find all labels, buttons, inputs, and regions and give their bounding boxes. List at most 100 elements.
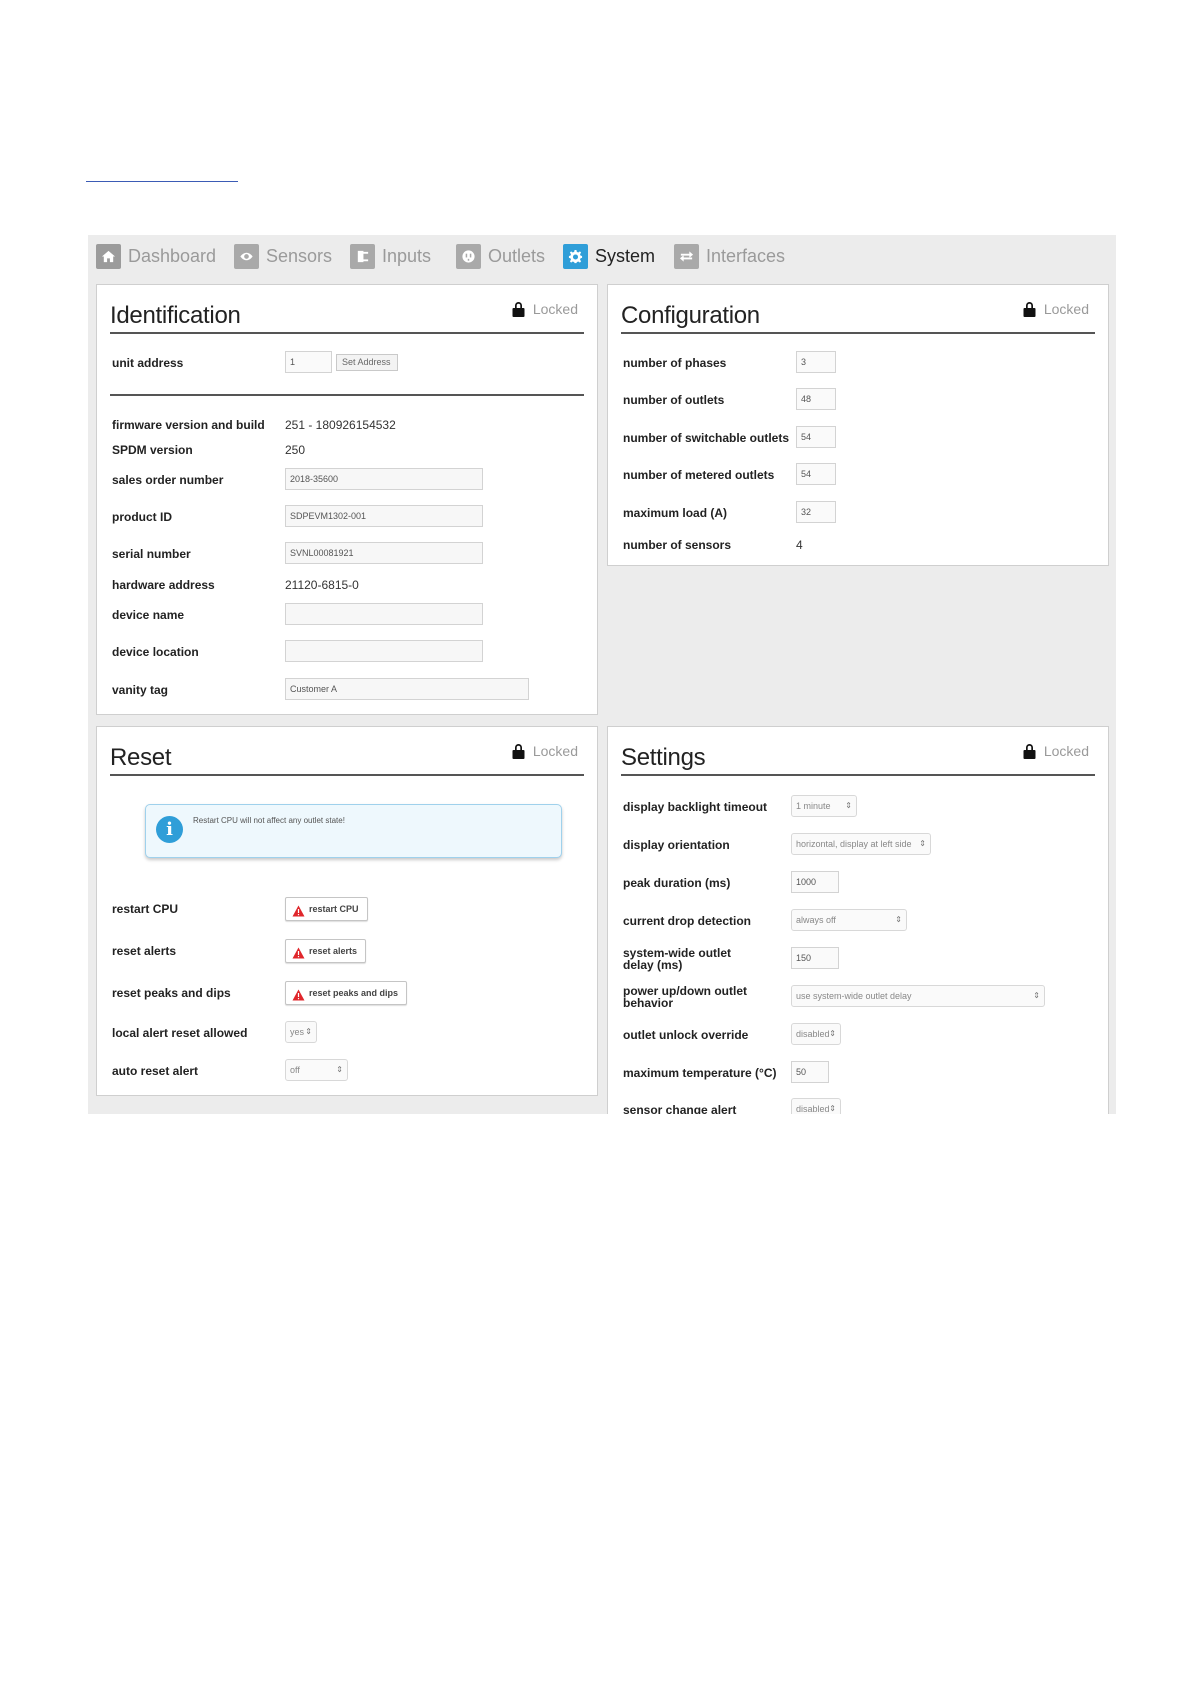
unit-address-row: unit address 1 Set Address xyxy=(112,351,587,375)
lock-status[interactable]: Locked xyxy=(1023,301,1089,317)
auto-reset-label: auto reset alert xyxy=(112,1064,199,1078)
tab-inputs[interactable]: Inputs xyxy=(350,241,431,271)
power-behavior-select[interactable]: use system-wide outlet delay ⇕ xyxy=(791,985,1045,1007)
current-drop-select[interactable]: always off ⇕ xyxy=(791,909,907,931)
product-id-row: product ID SDPEVM1302-001 xyxy=(112,505,587,529)
tab-dashboard[interactable]: Dashboard xyxy=(96,241,216,271)
configuration-panel: Configuration Locked number of phases 3 … xyxy=(607,284,1109,566)
select-arrows-icon: ⇕ xyxy=(829,1029,836,1038)
select-value: yes xyxy=(290,1027,305,1037)
device-name-row: device name xyxy=(112,603,587,627)
select-arrows-icon: ⇕ xyxy=(845,801,852,810)
max-temp-label: maximum temperature (°C) xyxy=(623,1066,777,1080)
warning-icon xyxy=(292,945,305,959)
vanity-tag-input[interactable]: Customer A xyxy=(285,678,529,700)
lock-status[interactable]: Locked xyxy=(1023,743,1089,759)
arrows-icon xyxy=(674,243,699,269)
power-behavior-row: power up/down outlet behavior use system… xyxy=(623,985,1098,1009)
local-alert-select[interactable]: yes ⇕ xyxy=(285,1021,317,1043)
reset-peaks-row: reset peaks and dips reset peaks and dip… xyxy=(112,981,587,1005)
set-address-button[interactable]: Set Address xyxy=(336,354,398,371)
restart-cpu-button[interactable]: restart CPU xyxy=(285,897,368,921)
current-drop-row: current drop detection always off ⇕ xyxy=(623,909,1098,933)
top-link-underline[interactable] xyxy=(86,181,238,182)
peak-duration-input[interactable]: 1000 xyxy=(791,871,839,893)
backlight-select[interactable]: 1 minute ⇕ xyxy=(791,795,857,817)
outlet-delay-input[interactable]: 150 xyxy=(791,947,839,969)
button-label: reset peaks and dips xyxy=(309,988,399,998)
select-arrows-icon: ⇕ xyxy=(919,839,926,848)
lock-label: Locked xyxy=(1043,743,1089,759)
metered-input[interactable]: 54 xyxy=(796,463,836,485)
max-load-input[interactable]: 32 xyxy=(796,501,836,523)
outlet-delay-label: system-wide outlet delay (ms) xyxy=(623,946,732,972)
switchable-input[interactable]: 54 xyxy=(796,426,836,448)
vanity-tag-label: vanity tag xyxy=(112,683,169,697)
device-name-label: device name xyxy=(112,608,185,622)
metered-row: number of metered outlets 54 xyxy=(623,463,1098,487)
unit-address-input[interactable]: 1 xyxy=(285,351,332,373)
unlock-override-select[interactable]: disabled ⇕ xyxy=(791,1023,841,1045)
select-value: disabled xyxy=(796,1104,830,1114)
info-icon: i xyxy=(156,816,183,843)
select-arrows-icon: ⇕ xyxy=(1033,991,1040,1000)
tab-label: Interfaces xyxy=(706,245,786,266)
lock-status[interactable]: Locked xyxy=(512,301,578,317)
tab-system[interactable]: System xyxy=(563,241,655,271)
unlock-override-row: outlet unlock override disabled ⇕ xyxy=(623,1023,1098,1047)
firmware-value: 251 - 180926154532 xyxy=(285,418,396,432)
device-location-input[interactable] xyxy=(285,640,483,662)
max-temp-row: maximum temperature (°C) 50 xyxy=(623,1061,1098,1085)
lock-status[interactable]: Locked xyxy=(512,743,578,759)
unlock-override-label: outlet unlock override xyxy=(623,1028,749,1042)
orientation-select[interactable]: horizontal, display at left side ⇕ xyxy=(791,833,931,855)
outlet-icon xyxy=(456,243,481,269)
outlets-input[interactable]: 48 xyxy=(796,388,836,410)
sales-order-input[interactable]: 2018-35600 xyxy=(285,468,483,490)
separator xyxy=(110,394,584,396)
gear-icon xyxy=(563,243,588,269)
sensor-change-label: sensor change alert xyxy=(623,1103,737,1114)
device-name-input[interactable] xyxy=(285,603,483,625)
reset-alerts-label: reset alerts xyxy=(112,944,177,958)
phases-input[interactable]: 3 xyxy=(796,351,836,373)
tab-interfaces[interactable]: Interfaces xyxy=(674,241,785,271)
info-text: Restart CPU will not affect any outlet s… xyxy=(193,816,345,825)
lock-label: Locked xyxy=(532,743,578,759)
tab-outlets[interactable]: Outlets xyxy=(456,241,545,271)
max-temp-input[interactable]: 50 xyxy=(791,1061,829,1083)
panel-header: Configuration Locked xyxy=(621,299,1095,334)
panel-header: Reset Locked xyxy=(110,741,584,776)
hardware-address-value: 21120-6815-0 xyxy=(285,578,359,592)
device-location-row: device location xyxy=(112,640,587,664)
select-arrows-icon: ⇕ xyxy=(895,915,902,924)
eye-icon xyxy=(234,243,259,269)
local-alert-label: local alert reset allowed xyxy=(112,1026,248,1040)
lock-label: Locked xyxy=(532,301,578,317)
restart-cpu-label: restart CPU xyxy=(112,902,179,916)
warning-icon xyxy=(292,903,305,917)
serial-input[interactable]: SVNL00081921 xyxy=(285,542,483,564)
button-label: reset alerts xyxy=(309,946,358,956)
panel-header: Settings Locked xyxy=(621,741,1095,776)
lock-icon xyxy=(1023,743,1036,759)
current-drop-label: current drop detection xyxy=(623,914,752,928)
reset-peaks-button[interactable]: reset peaks and dips xyxy=(285,981,408,1005)
web-interface-screenshot: Dashboard Sensors Inputs Outlets System xyxy=(88,235,1116,1114)
auto-reset-select[interactable]: off ⇕ xyxy=(285,1059,348,1081)
panel-title: Identification xyxy=(110,302,241,329)
peak-duration-row: peak duration (ms) 1000 xyxy=(623,871,1098,895)
orientation-label: display orientation xyxy=(623,838,730,852)
reset-alerts-button[interactable]: reset alerts xyxy=(285,939,367,963)
product-id-input[interactable]: SDPEVM1302-001 xyxy=(285,505,483,527)
tab-label: Sensors xyxy=(266,245,333,266)
tab-sensors[interactable]: Sensors xyxy=(234,241,332,271)
backlight-row: display backlight timeout 1 minute ⇕ xyxy=(623,795,1098,819)
firmware-row: firmware version and build 251 - 1809261… xyxy=(112,413,587,437)
sensor-change-select[interactable]: disabled ⇕ xyxy=(791,1098,841,1114)
panel-title: Settings xyxy=(621,744,706,771)
firmware-label: firmware version and build xyxy=(112,418,265,432)
tab-label: Inputs xyxy=(382,245,432,266)
lock-label: Locked xyxy=(1043,301,1089,317)
reset-alerts-row: reset alerts reset alerts xyxy=(112,939,587,963)
